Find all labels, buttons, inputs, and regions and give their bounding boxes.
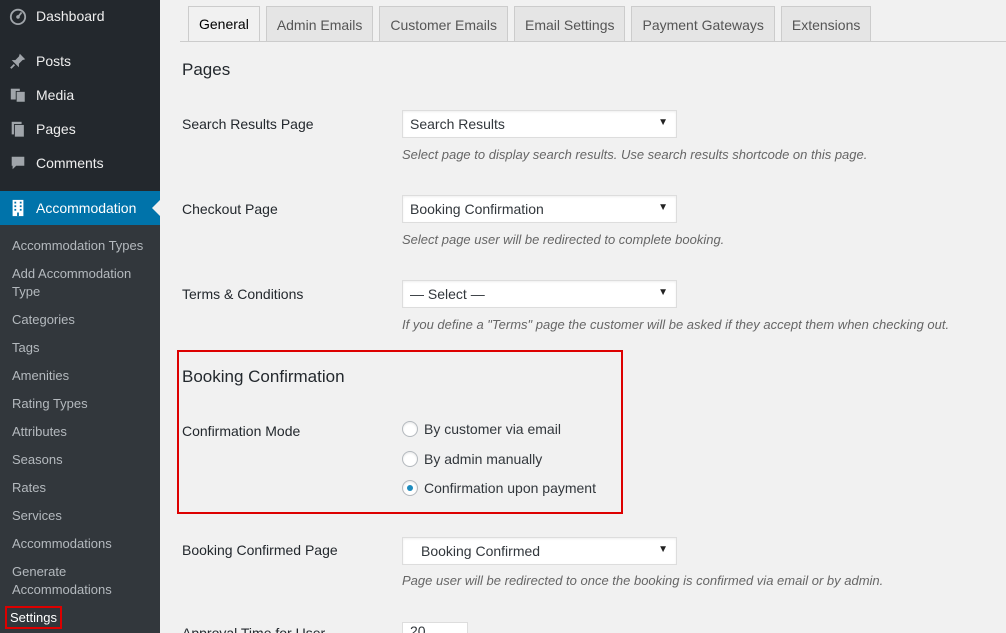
select-value: Search Results (410, 116, 505, 132)
menu-posts[interactable]: Posts (0, 44, 160, 78)
submenu-item[interactable]: Rating Types (12, 395, 152, 413)
select-value: Booking Confirmation (410, 201, 544, 217)
main-content: General Admin Emails Customer Emails Ema… (160, 0, 1006, 633)
radio-button[interactable] (402, 451, 418, 467)
menu-media[interactable]: Media (0, 78, 160, 112)
section-title-booking: Booking Confirmation (182, 367, 345, 386)
admin-sidebar: Dashboard Posts Media Pages Comments Acc… (0, 0, 160, 633)
checkout-desc: Select page user will be redirected to c… (402, 232, 725, 247)
search-results-desc: Select page to display search results. U… (402, 147, 868, 162)
select-value: Booking Confirmed (421, 543, 541, 559)
booking-confirmed-label: Booking Confirmed Page (182, 542, 338, 558)
menu-pages[interactable]: Pages (0, 112, 160, 146)
submenu-item[interactable]: Add Accommodation Type (12, 265, 152, 301)
chevron-down-icon: ▼ (658, 117, 668, 128)
pin-icon (0, 52, 36, 70)
booking-confirmed-select[interactable]: Booking Confirmed ▼ (402, 537, 677, 565)
checkout-select[interactable]: Booking Confirmation ▼ (402, 195, 677, 223)
search-results-label: Search Results Page (182, 116, 314, 132)
menu-label: Pages (36, 121, 76, 137)
search-results-select[interactable]: Search Results ▼ (402, 110, 677, 138)
radio-button-checked[interactable] (402, 480, 418, 496)
menu-dashboard[interactable]: Dashboard (0, 0, 160, 32)
comments-icon (0, 154, 36, 172)
menu-label: Accommodation (36, 200, 137, 216)
submenu-item-settings[interactable]: Settings (5, 606, 152, 629)
chevron-down-icon: ▼ (658, 287, 668, 298)
menu-label: Comments (36, 155, 104, 171)
submenu-item[interactable]: Amenities (12, 367, 152, 385)
menu-label: Media (36, 87, 75, 103)
pages-icon (0, 120, 36, 138)
terms-label: Terms & Conditions (182, 286, 304, 302)
radio-option-payment[interactable]: Confirmation upon payment (402, 480, 596, 496)
tab-email-settings[interactable]: Email Settings (514, 6, 626, 42)
tab-general[interactable]: General (188, 6, 260, 42)
checkout-label: Checkout Page (182, 201, 278, 217)
input-value: 20 (410, 623, 426, 633)
radio-option-admin[interactable]: By admin manually (402, 451, 542, 467)
radio-dot (407, 485, 413, 491)
submenu-item[interactable]: Accommodations (12, 535, 152, 553)
terms-select[interactable]: — Select — ▼ (402, 280, 677, 308)
active-indicator (152, 200, 160, 216)
submenu-item[interactable]: Tags (12, 339, 152, 357)
submenu-item[interactable]: Categories (12, 311, 152, 329)
approval-time-input[interactable]: 20 (402, 622, 468, 633)
radio-button[interactable] (402, 421, 418, 437)
radio-label: By admin manually (424, 451, 543, 467)
tab-divider (180, 41, 1006, 42)
booking-confirmed-desc: Page user will be redirected to once the… (402, 573, 884, 588)
tab-admin-emails[interactable]: Admin Emails (265, 6, 374, 42)
dashboard-icon (0, 7, 36, 25)
submenu-item[interactable]: Rates (12, 479, 152, 497)
submenu-item[interactable]: Generate Accommodations (12, 563, 152, 599)
section-title-pages: Pages (182, 60, 231, 79)
menu-label: Posts (36, 53, 72, 69)
radio-label: Confirmation upon payment (424, 480, 596, 496)
tab-payment-gateways[interactable]: Payment Gateways (631, 6, 775, 42)
menu-label: Dashboard (36, 8, 105, 24)
radio-option-email[interactable]: By customer via email (402, 421, 561, 437)
menu-comments[interactable]: Comments (0, 146, 160, 180)
chevron-down-icon: ▼ (658, 202, 668, 213)
submenu-item[interactable]: Accommodation Types (12, 237, 152, 255)
settings-highlight[interactable]: Settings (5, 606, 62, 629)
settings-tabs: General Admin Emails Customer Emails Ema… (188, 6, 872, 42)
media-icon (0, 86, 36, 104)
building-icon (0, 199, 36, 217)
chevron-down-icon: ▼ (658, 544, 668, 555)
confirmation-mode-label: Confirmation Mode (182, 423, 301, 439)
accommodation-submenu: Accommodation Types Add Accommodation Ty… (0, 225, 160, 633)
submenu-item[interactable]: Attributes (12, 423, 152, 441)
submenu-item[interactable]: Services (12, 507, 152, 525)
approval-time-label: Approval Time for User (182, 625, 326, 633)
terms-desc: If you define a "Terms" page the custome… (402, 317, 950, 332)
submenu-item[interactable]: Seasons (12, 451, 152, 469)
radio-label: By customer via email (424, 421, 561, 437)
tab-extensions[interactable]: Extensions (780, 6, 872, 42)
tab-customer-emails[interactable]: Customer Emails (379, 6, 508, 42)
select-value: — Select — (410, 286, 485, 302)
menu-accommodation[interactable]: Accommodation (0, 191, 160, 225)
